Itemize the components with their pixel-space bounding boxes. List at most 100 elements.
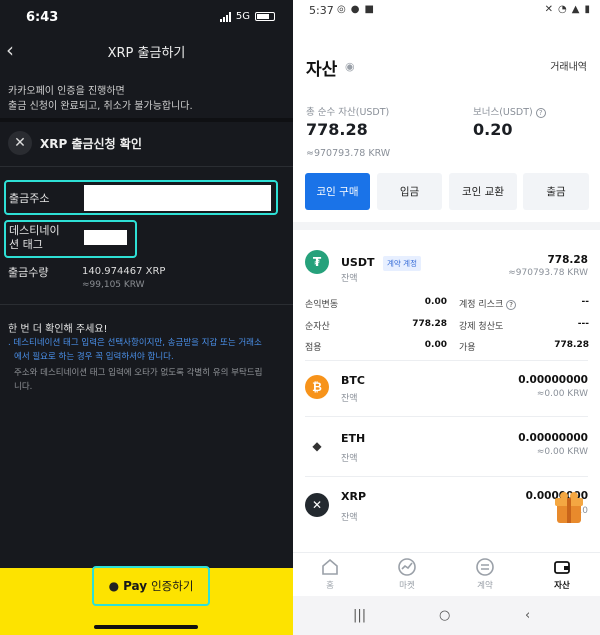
coin-sub: 잔액 [341,274,358,284]
home-button-icon[interactable]: ○ [439,608,450,623]
status-time: 5:37 [309,4,334,17]
coin-krw: ≈0.00 KRW [536,447,588,457]
help-icon[interactable]: ? [506,300,517,310]
deposit-button[interactable]: 입금 [377,173,442,210]
coin-name: ETH [341,432,366,445]
withdraw-panel: 6:43 5G ‹ XRP 출금하기 카카오페이 인증을 진행하면 출금 신청이… [0,0,293,635]
nav-label: 홈 [326,581,334,591]
nav-market[interactable]: 마켓 [382,557,432,591]
check-note-text: 니다. [14,382,33,392]
gift-box-icon[interactable] [551,488,587,526]
pay-button-label: 인증하기 [151,579,194,593]
nav-contract[interactable]: 계약 [460,557,510,591]
signal-icon [219,11,231,22]
battery-icon: ▮ [584,4,590,15]
eye-icon[interactable]: ◉ [345,60,355,73]
divider [305,360,588,361]
contract-icon [476,558,494,576]
kakaopay-auth-button[interactable]: ● Pay 인증하기 [92,566,210,606]
battery-icon [255,12,275,21]
buy-coin-button[interactable]: 코인 구매 [305,173,370,210]
divider [0,118,293,122]
wallet-icon [554,561,570,574]
status-icons: 5G [219,11,275,22]
tag-label-line: 데스티네이 [9,224,60,237]
coin-sub: 잔액 [341,513,358,523]
account-badge: 계약 계정 [383,256,421,271]
coin-value: 0.00000000 [518,432,588,444]
stat-value: 0.00 [424,340,447,350]
back-icon[interactable]: ‹ [525,608,530,623]
chat-icon: ● [350,4,360,15]
wifi-icon: ◔ [558,4,567,15]
status-time: 6:43 [26,10,59,25]
stat-label-wrap: 계정 리스크 ? [459,297,517,310]
withdraw-button[interactable]: 출금 [523,173,589,210]
divider [0,166,293,167]
assets-panel: 5:37 ◎ ● ■ ✕ ◔ ▲ ▮ 자산 ◉ 거래내역 총 순수 자산(USD… [293,0,600,635]
section-gap [293,222,600,230]
stat-label: 순자산 [305,322,330,332]
usdt-icon: ₮ [305,250,329,274]
btc-icon: ₿ [305,375,329,399]
chat-bubble-icon: ● [108,579,120,593]
bonus-value: 0.20 [473,120,513,139]
address-redaction [84,185,271,211]
coin-krw: ≈970793.78 KRW [508,268,588,278]
page-title: XRP 출금하기 [107,46,186,61]
notice-text: 카카오페이 인증을 진행하면 출금 신청이 완료되고, 취소가 불가능합니다. [8,84,193,114]
nav-assets[interactable]: 자산 [537,557,587,591]
total-asset-label: 총 순수 자산(USDT) [306,107,390,118]
coin-name: BTC [341,374,365,387]
market-icon [398,558,416,576]
amount-krw: ≈99,105 KRW [82,280,145,290]
recents-icon[interactable]: ||| [353,608,366,623]
divider [305,416,588,417]
total-asset-value: 778.28 [306,120,368,139]
check-note: . 데스티네이션 태그 입력은 선택사항이지만, 송금받을 지갑 또는 거래소 [8,338,262,348]
exchange-button[interactable]: 코인 교환 [449,173,517,210]
system-nav: ||| ○ ‹ [293,596,600,635]
address-label: 출금주소 [9,192,50,205]
home-icon [322,558,338,575]
system-icons: ✕ ◔ ▲ ▮ [545,4,590,15]
coin-sub: 잔액 [341,394,358,404]
check-title: 한 번 더 확인해 주세요! [8,324,108,335]
stat-value: 778.28 [412,319,447,329]
notice-line: 출금 신청이 완료되고, 취소가 불가능합니다. [8,101,193,112]
stat-label: 계정 리스크 [459,300,504,310]
coin-krw: ≈0.00 KRW [536,389,588,399]
coin-value: 778.28 [547,254,588,266]
nav-label: 자산 [554,581,570,591]
bottom-nav: 홈 마켓 계약 자산 [293,552,600,596]
nav-home[interactable]: 홈 [305,557,355,591]
stat-value: 778.28 [554,340,589,350]
xrp-icon: ✕ [8,131,32,155]
total-asset-krw: ≈970793.78 KRW [306,148,391,159]
network-label: 5G [235,11,250,22]
check-note-text: 데스티네이션 태그 입력은 선택사항이지만, 송금받을 지갑 또는 거래소 [13,338,262,348]
stat-label: 가용 [459,343,476,353]
nav-header: ‹ XRP 출금하기 [0,36,293,68]
bonus-label: 보너스(USDT) [473,107,533,118]
bonus-label-wrap: 보너스(USDT) ? [473,104,546,118]
home-indicator [94,625,198,629]
history-link[interactable]: 거래내역 [550,58,587,73]
tag-label-line: 션 태그 [9,238,43,251]
coin-name: XRP [341,490,367,503]
stat-value: 0.00 [424,297,447,307]
check-note-text: 에서 필요로 하는 경우 꼭 입력하셔야 합니다. [14,352,174,362]
nav-label: 계약 [477,581,493,591]
status-bar: 5:37 ◎ ● ■ ✕ ◔ ▲ ▮ [293,0,600,22]
notice-line: 카카오페이 인증을 진행하면 [8,86,125,97]
help-icon[interactable]: ? [535,108,546,118]
status-bar: 6:43 5G [0,0,293,36]
notification-icons: ◎ ● ■ [337,4,374,15]
confirm-title: XRP 출금신청 확인 [40,136,142,151]
page-title: 자산 [306,60,338,80]
pay-logo-text: Pay [123,579,148,593]
stat-label: 점용 [305,343,322,353]
stat-label: 손익변동 [305,300,339,310]
tag-redaction [84,230,127,245]
amount-value: 140.974467 XRP [82,266,166,277]
